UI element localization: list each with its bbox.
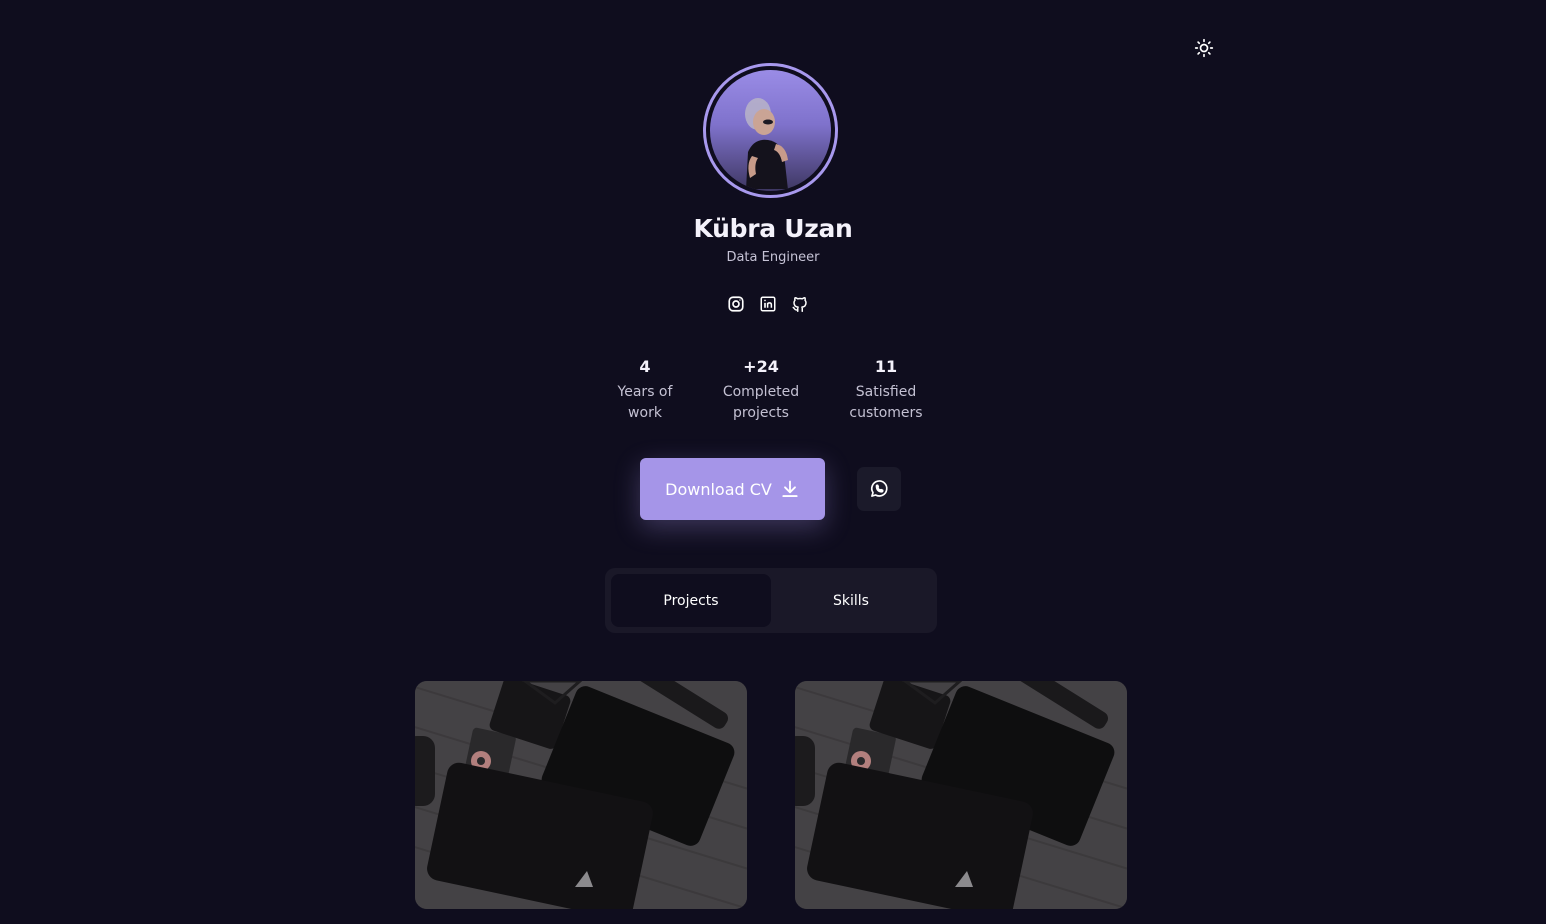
avatar-photo bbox=[710, 70, 831, 191]
profile-name: Kübra Uzan bbox=[693, 214, 853, 243]
stat-label-line: customers bbox=[849, 405, 923, 421]
stat-label-line: projects bbox=[733, 405, 789, 421]
stat-value: 4 bbox=[639, 357, 651, 376]
stat-label-line: Years of bbox=[617, 384, 673, 400]
stat-customers: 11 Satisfied customers bbox=[821, 356, 951, 424]
project-thumbnail bbox=[795, 681, 1127, 909]
sun-icon bbox=[1194, 38, 1214, 58]
social-links bbox=[727, 294, 809, 314]
project-card[interactable] bbox=[415, 681, 747, 909]
theme-toggle-button[interactable] bbox=[1192, 36, 1216, 60]
stat-label: Satisfied customers bbox=[821, 382, 951, 424]
linkedin-link[interactable] bbox=[759, 294, 777, 314]
tab-projects[interactable]: Projects bbox=[611, 574, 771, 627]
project-card[interactable] bbox=[795, 681, 1127, 909]
stat-label-line: Completed bbox=[722, 384, 800, 400]
section-tabs: Projects Skills bbox=[605, 568, 937, 633]
portfolio-page: Kübra Uzan Data Engineer 4 Years of work… bbox=[0, 0, 1546, 924]
stat-label-line: work bbox=[628, 405, 662, 421]
tab-skills[interactable]: Skills bbox=[771, 574, 931, 627]
instagram-icon bbox=[728, 296, 744, 312]
whatsapp-button[interactable] bbox=[857, 467, 901, 511]
whatsapp-icon bbox=[870, 480, 888, 497]
stat-years: 4 Years of work bbox=[580, 356, 710, 424]
stat-label: Completed projects bbox=[696, 382, 826, 424]
github-link[interactable] bbox=[791, 294, 809, 314]
linkedin-icon bbox=[760, 296, 776, 312]
stat-label-line: Satisfied bbox=[855, 384, 917, 400]
download-icon bbox=[782, 480, 798, 497]
project-thumbnail bbox=[415, 681, 747, 909]
profile-role: Data Engineer bbox=[726, 250, 820, 265]
stat-value: +24 bbox=[743, 357, 779, 376]
stat-value: 11 bbox=[874, 357, 898, 376]
instagram-link[interactable] bbox=[727, 294, 745, 314]
github-icon bbox=[792, 296, 807, 312]
avatar bbox=[703, 63, 838, 198]
download-cv-button[interactable]: Download CV bbox=[640, 458, 825, 520]
stat-label: Years of work bbox=[580, 382, 710, 424]
download-cv-label: Download CV bbox=[665, 479, 772, 499]
stat-projects: +24 Completed projects bbox=[696, 356, 826, 424]
